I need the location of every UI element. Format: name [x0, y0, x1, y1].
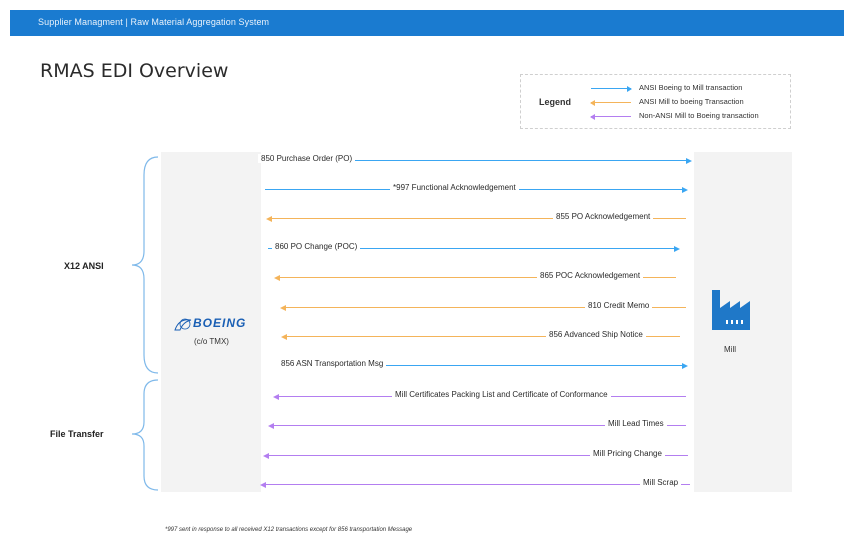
flow-label: Mill Certificates Packing List and Certi…: [392, 390, 611, 399]
flow-row: Mill Lead Times: [0, 419, 846, 431]
legend-item-label: ANSI Boeing to Mill transaction: [639, 83, 743, 92]
legend-item-ansi-mill-to-boeing: ANSI Mill to boeing Transaction: [590, 97, 791, 109]
top-header-bar: Supplier Managment | Raw Material Aggreg…: [10, 10, 844, 36]
legend-item-non-ansi-mill-to-boeing: Non-ANSI Mill to Boeing transaction: [590, 111, 791, 123]
flow-row: 865 POC Acknowledgement: [0, 271, 846, 283]
flow-label: 855 PO Acknowledgement: [553, 212, 654, 221]
legend-blue-arrow-icon: [591, 85, 632, 92]
flow-row: 856 Advanced Ship Notice: [0, 330, 846, 342]
flow-label: 810 Credit Memo: [585, 301, 653, 310]
flow-label: 865 POC Acknowledgement: [537, 271, 644, 280]
boeing-logo-text: BOEING: [193, 316, 247, 330]
header-title: Supplier Managment | Raw Material Aggreg…: [38, 17, 270, 27]
footnote: *997 sent in response to all received X1…: [165, 527, 413, 533]
legend-item-ansi-boeing-to-mill: ANSI Boeing to Mill transaction: [591, 83, 791, 95]
mill-label: Mill: [724, 345, 736, 354]
flow-label: 860 PO Change (POC): [272, 242, 361, 251]
legend-item-label: ANSI Mill to boeing Transaction: [639, 97, 744, 106]
flow-row: 810 Credit Memo: [0, 301, 846, 313]
legend-item-label: Non-ANSI Mill to Boeing transaction: [639, 111, 759, 120]
flow-label: 856 ASN Transportation Msg: [278, 359, 387, 368]
legend-purple-arrow-icon: [590, 113, 631, 120]
flow-label: 850 Purchase Order (PO): [258, 154, 356, 163]
legend-orange-arrow-icon: [590, 99, 631, 106]
flow-row: 850 Purchase Order (PO): [0, 154, 846, 166]
page-title: RMAS EDI Overview: [40, 60, 229, 82]
flow-row: Mill Scrap: [0, 478, 846, 490]
legend-title: Legend: [539, 97, 572, 107]
flow-label: Mill Lead Times: [605, 419, 667, 428]
flow-label: *997 Functional Acknowledgement: [390, 183, 519, 192]
flow-row: Mill Certificates Packing List and Certi…: [0, 390, 846, 402]
flow-row: *997 Functional Acknowledgement: [0, 183, 846, 195]
legend: Legend ANSI Boeing to Mill transaction A…: [520, 74, 791, 129]
flow-label: Mill Scrap: [640, 478, 682, 487]
flow-row: 855 PO Acknowledgement: [0, 212, 846, 224]
flow-row: 860 PO Change (POC): [0, 242, 846, 254]
flow-arrow-icon: [260, 481, 690, 488]
group-label-x12-ansi: X12 ANSI: [64, 261, 104, 271]
flow-row: 856 ASN Transportation Msg: [0, 359, 846, 371]
flow-label: 856 Advanced Ship Notice: [546, 330, 646, 339]
flow-row: Mill Pricing Change: [0, 449, 846, 461]
flow-label: Mill Pricing Change: [590, 449, 665, 458]
